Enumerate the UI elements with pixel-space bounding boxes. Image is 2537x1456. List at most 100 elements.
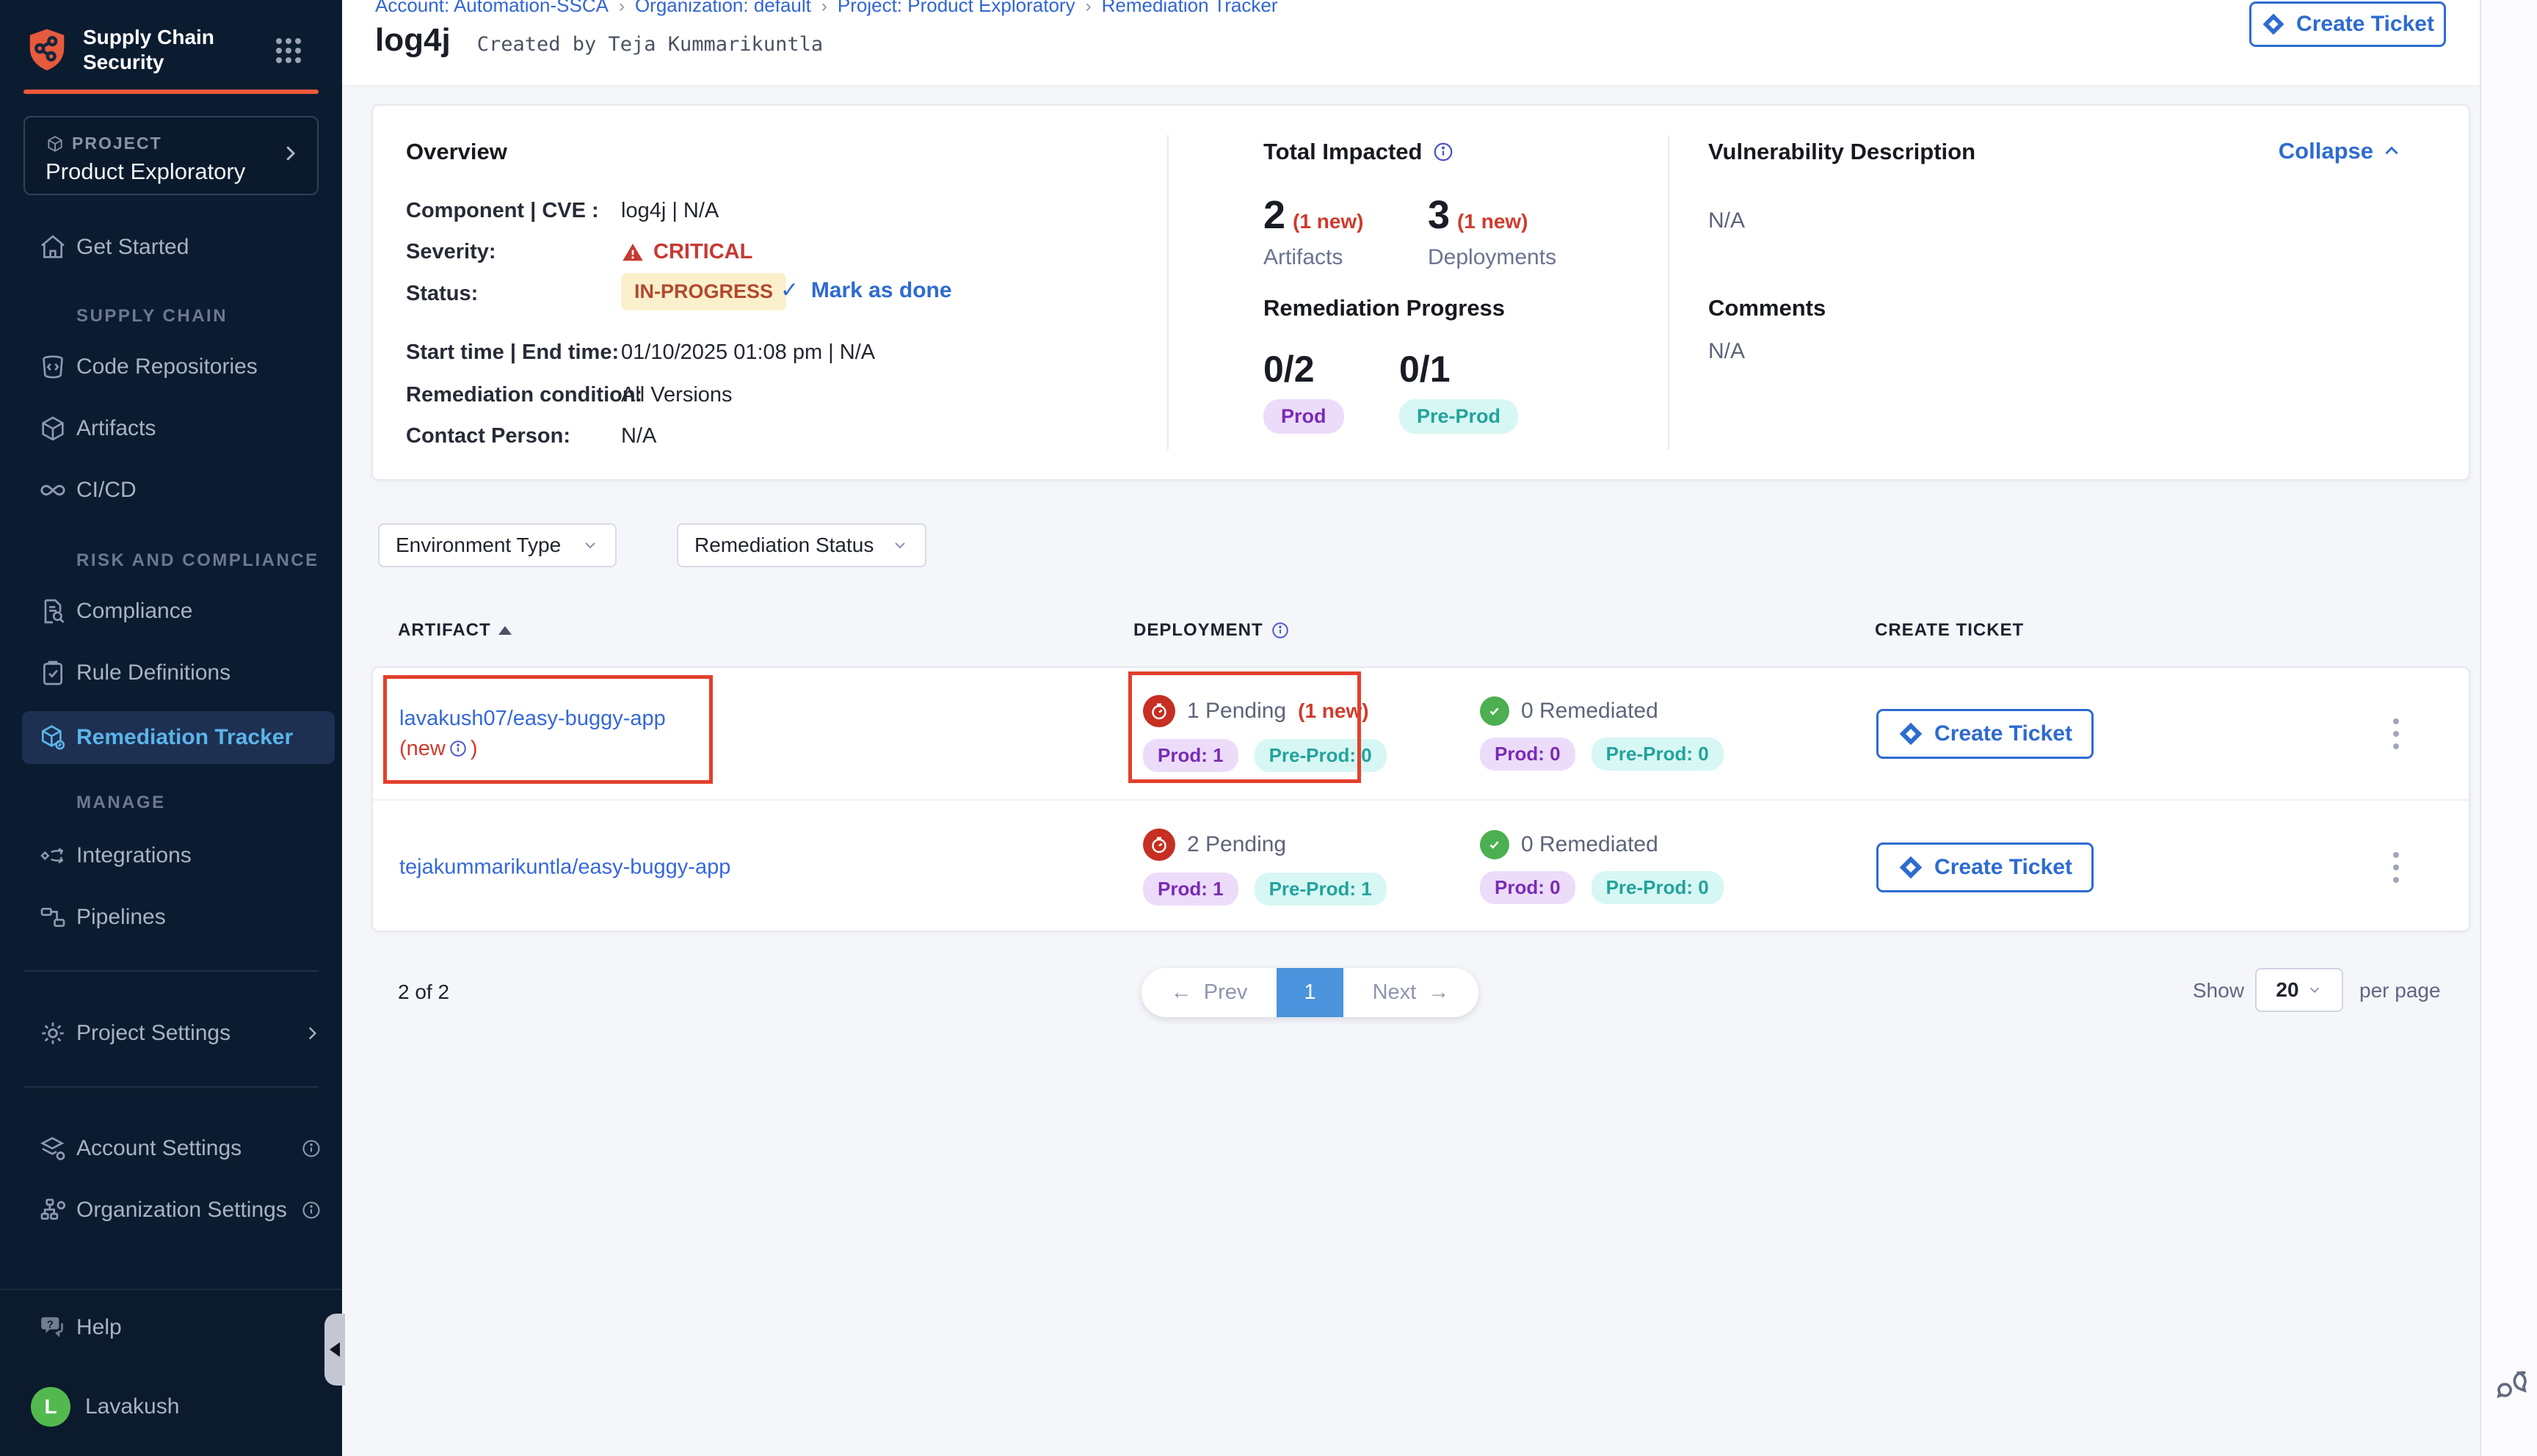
- sidebar-divider: [23, 1086, 319, 1088]
- remediated-cell: 0 Remediated Prod: 0 Pre-Prod: 0: [1480, 801, 1724, 933]
- app-grid-icon[interactable]: [276, 38, 301, 63]
- severity-value: CRITICAL: [621, 240, 752, 264]
- component-row: Component | CVE : log4j | N/A: [406, 199, 1162, 223]
- artifact-cell: tejakummarikuntla/easy-buggy-app: [399, 855, 730, 879]
- sidebar-item-remediation-tracker[interactable]: Remediation Tracker: [22, 711, 335, 764]
- status-row: Status: IN-PROGRESS ✓ Mark as done: [406, 273, 1162, 297]
- pending-icon: [1143, 829, 1175, 861]
- create-ticket-button[interactable]: Create Ticket: [1876, 842, 2094, 892]
- document-search-icon: [38, 597, 68, 626]
- section-manage: MANAGE: [76, 793, 166, 813]
- remediation-status-filter[interactable]: Remediation Status: [677, 523, 926, 567]
- sidebar-item-cicd[interactable]: CI/CD: [0, 465, 342, 515]
- sidebar-item-account-settings[interactable]: Account Settings: [0, 1124, 342, 1173]
- overview-column: Overview Component | CVE : log4j | N/A S…: [406, 106, 1162, 479]
- row-menu-kebab-icon[interactable]: [2393, 718, 2399, 749]
- cube-icon: [46, 134, 65, 153]
- preprod-count-badge: Pre-Prod: 1: [1255, 873, 1387, 906]
- main-content: Account: Automation-SSCA › Organization: d…: [342, 0, 2480, 1456]
- sidebar-footer: ? Help L Lavakush: [0, 1289, 342, 1456]
- prev-page-button[interactable]: ← Prev: [1142, 980, 1277, 1005]
- sidebar-collapse-handle[interactable]: [324, 1314, 345, 1386]
- sidebar-item-project-settings[interactable]: Project Settings: [0, 1008, 342, 1058]
- remediation-tracker-page: Supply Chain Security PROJECT Product Ex…: [0, 0, 2537, 1456]
- chevron-up-icon: [2382, 142, 2401, 161]
- info-icon[interactable]: [301, 1138, 322, 1159]
- breadcrumb-project[interactable]: Project: Product Exploratory: [838, 0, 1075, 16]
- remediation-cube-wrench-icon: [38, 723, 68, 752]
- create-ticket-button[interactable]: Create Ticket: [2249, 1, 2446, 47]
- comments-title: Comments: [1708, 295, 1826, 321]
- project-name: Product Exploratory: [46, 159, 245, 185]
- collapse-arrow-icon: [330, 1342, 340, 1357]
- project-selector[interactable]: PROJECT Product Exploratory: [23, 116, 319, 195]
- support-chat-icon[interactable]: [2493, 1366, 2531, 1405]
- breadcrumb-account[interactable]: Account: Automation-SSCA: [375, 0, 609, 16]
- sidebar-item-code-repositories[interactable]: Code Repositories: [0, 342, 342, 392]
- breadcrumb-separator: ›: [821, 0, 827, 16]
- mark-as-done-link[interactable]: ✓ Mark as done: [780, 277, 952, 303]
- table-row: tejakummarikuntla/easy-buggy-app 2 Pendi…: [373, 801, 2469, 933]
- per-page-label: per page: [2359, 979, 2441, 1002]
- shield-logo-icon: [24, 26, 70, 73]
- pipelines-icon: [38, 903, 68, 932]
- pagination-control: ← Prev 1 Next →: [1142, 968, 1478, 1017]
- infinity-icon: [38, 476, 68, 505]
- comments-value: N/A: [1708, 339, 1745, 364]
- sidebar-item-get-started[interactable]: Get Started: [0, 222, 342, 272]
- collapse-link[interactable]: Collapse: [2279, 138, 2401, 164]
- time-value: 01/10/2025 01:08 pm | N/A: [621, 341, 875, 365]
- environment-type-filter[interactable]: Environment Type: [378, 523, 617, 567]
- remediated-cell: 0 Remediated Prod: 0 Pre-Prod: 0: [1480, 668, 1724, 799]
- user-name: Lavakush: [85, 1394, 179, 1419]
- ticket-diamond-icon: [2261, 12, 2286, 37]
- info-icon[interactable]: [1432, 141, 1454, 163]
- column-header-deployment: DEPLOYMENT: [1133, 620, 1290, 641]
- sidebar-item-rule-definitions[interactable]: Rule Definitions: [0, 648, 342, 698]
- sidebar-item-organization-settings[interactable]: Organization Settings: [0, 1185, 342, 1235]
- sidebar-item-help[interactable]: ? Help: [0, 1303, 342, 1353]
- vulnerability-description-value: N/A: [1708, 208, 1745, 233]
- info-icon[interactable]: [1271, 621, 1290, 640]
- sidebar-item-artifacts[interactable]: Artifacts: [0, 404, 342, 454]
- condition-value: All Versions: [621, 383, 733, 407]
- time-row: Start time | End time: 01/10/2025 01:08 …: [406, 341, 1162, 365]
- user-menu[interactable]: L Lavakush: [0, 1382, 342, 1432]
- create-ticket-button[interactable]: Create Ticket: [1876, 709, 2094, 759]
- page-header: Account: Automation-SSCA › Organization: d…: [342, 0, 2480, 87]
- page-title: log4j: [375, 22, 451, 59]
- info-icon[interactable]: [301, 1200, 322, 1220]
- org-chart-gear-icon: [38, 1195, 68, 1225]
- vulnerability-description-title: Vulnerability Description: [1708, 139, 1975, 165]
- avatar: L: [31, 1387, 70, 1427]
- sidebar-divider: [23, 970, 319, 972]
- column-header-create-ticket: CREATE TICKET: [1875, 620, 2024, 641]
- page-size-select[interactable]: 20: [2255, 968, 2343, 1012]
- ticket-diamond-icon: [1898, 854, 1924, 881]
- section-risk-and-compliance: RISK AND COMPLIANCE: [76, 550, 319, 571]
- integrations-icon: [38, 841, 68, 870]
- page-number-button[interactable]: 1: [1277, 968, 1343, 1017]
- artifact-link[interactable]: tejakummarikuntla/easy-buggy-app: [399, 855, 730, 879]
- section-supply-chain: SUPPLY CHAIN: [76, 306, 228, 327]
- column-header-artifact[interactable]: ARTIFACT: [398, 620, 512, 641]
- project-label: PROJECT: [72, 134, 162, 153]
- breadcrumb-org[interactable]: Organization: default: [635, 0, 811, 16]
- cube-icon: [38, 414, 68, 443]
- deployment-cell: 2 Pending Prod: 1 Pre-Prod: 1: [1143, 801, 1387, 933]
- breadcrumb-page[interactable]: Remediation Tracker: [1102, 0, 1278, 16]
- breadcrumb-separator: ›: [1086, 0, 1092, 16]
- annotation-box-deployment: [1128, 671, 1361, 783]
- remediation-progress-title: Remediation Progress: [1263, 295, 1505, 321]
- right-edge-strip: [2480, 0, 2537, 1456]
- sidebar-item-compliance[interactable]: Compliance: [0, 586, 342, 636]
- next-page-button[interactable]: Next →: [1343, 980, 1478, 1005]
- gear-icon: [38, 1019, 68, 1048]
- chevron-right-icon: [279, 142, 301, 164]
- brand: Supply Chain Security: [24, 25, 214, 75]
- results-count: 2 of 2: [398, 980, 449, 1004]
- row-menu-kebab-icon[interactable]: [2393, 852, 2399, 883]
- sidebar-item-integrations[interactable]: Integrations: [0, 831, 342, 881]
- breadcrumb-separator: ›: [619, 0, 625, 16]
- sidebar-item-pipelines[interactable]: Pipelines: [0, 892, 342, 942]
